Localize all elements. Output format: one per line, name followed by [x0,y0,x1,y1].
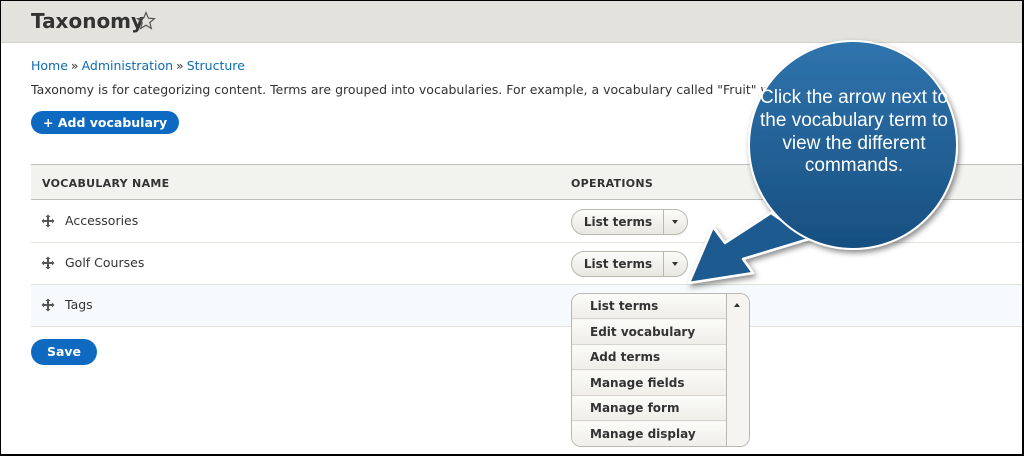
operations-toggle[interactable] [663,210,687,234]
dropdown-item-list-terms[interactable]: List terms [572,294,727,319]
operations-toggle[interactable] [663,252,687,276]
dropdown-item-manage-display[interactable]: Manage display [572,422,727,446]
page-title: Taxonomy [31,9,145,33]
breadcrumb: Home» Administration» Structure [31,58,245,73]
breadcrumb-separator: » [176,58,184,73]
list-terms-button[interactable]: List terms [572,210,664,234]
dropdown-item-edit-vocabulary[interactable]: Edit vocabulary [572,319,727,345]
vocabulary-name: Golf Courses [65,255,145,270]
column-operations: OPERATIONS [571,177,654,190]
table-row: Golf Courses List terms [31,243,1022,285]
operations-dropdown: List terms Edit vocabulary Add terms Man… [571,293,750,447]
save-button[interactable]: Save [31,339,97,365]
dropdown-item-add-terms[interactable]: Add terms [572,345,727,371]
page-description: Taxonomy is for categorizing content. Te… [31,82,849,97]
list-terms-button[interactable]: List terms [572,252,664,276]
caret-down-icon [672,262,678,266]
vocabulary-name: Accessories [65,213,139,228]
caret-down-icon [672,220,678,224]
dropdown-item-manage-fields[interactable]: Manage fields [572,370,727,396]
drag-handle-icon[interactable] [41,298,55,312]
breadcrumb-structure[interactable]: Structure [187,58,245,73]
dropdown-collapse-toggle[interactable] [726,294,749,446]
drag-handle-icon[interactable] [41,214,55,228]
page-header: Taxonomy [1,1,1022,43]
drag-handle-icon[interactable] [41,256,55,270]
breadcrumb-home[interactable]: Home [31,58,68,73]
breadcrumb-administration[interactable]: Administration [82,58,173,73]
dropdown-item-manage-form-display[interactable]: Manage form display [572,396,727,440]
column-vocabulary-name: VOCABULARY NAME [42,177,170,190]
breadcrumb-separator: » [70,58,79,73]
table-row: Accessories List terms [31,201,1022,243]
add-vocabulary-button[interactable]: + Add vocabulary [31,111,180,134]
caret-up-icon [734,303,740,307]
vocabulary-name: Tags [65,297,93,312]
operations-button-group: List terms [571,251,688,277]
table-row: Tags [31,285,1022,327]
star-outline-icon[interactable] [136,11,156,31]
operations-button-group: List terms [571,209,688,235]
callout-text: Click the arrow next to the vocabulary t… [760,87,948,177]
app-window: Taxonomy Home» Administration» Structure T… [1,1,1022,454]
